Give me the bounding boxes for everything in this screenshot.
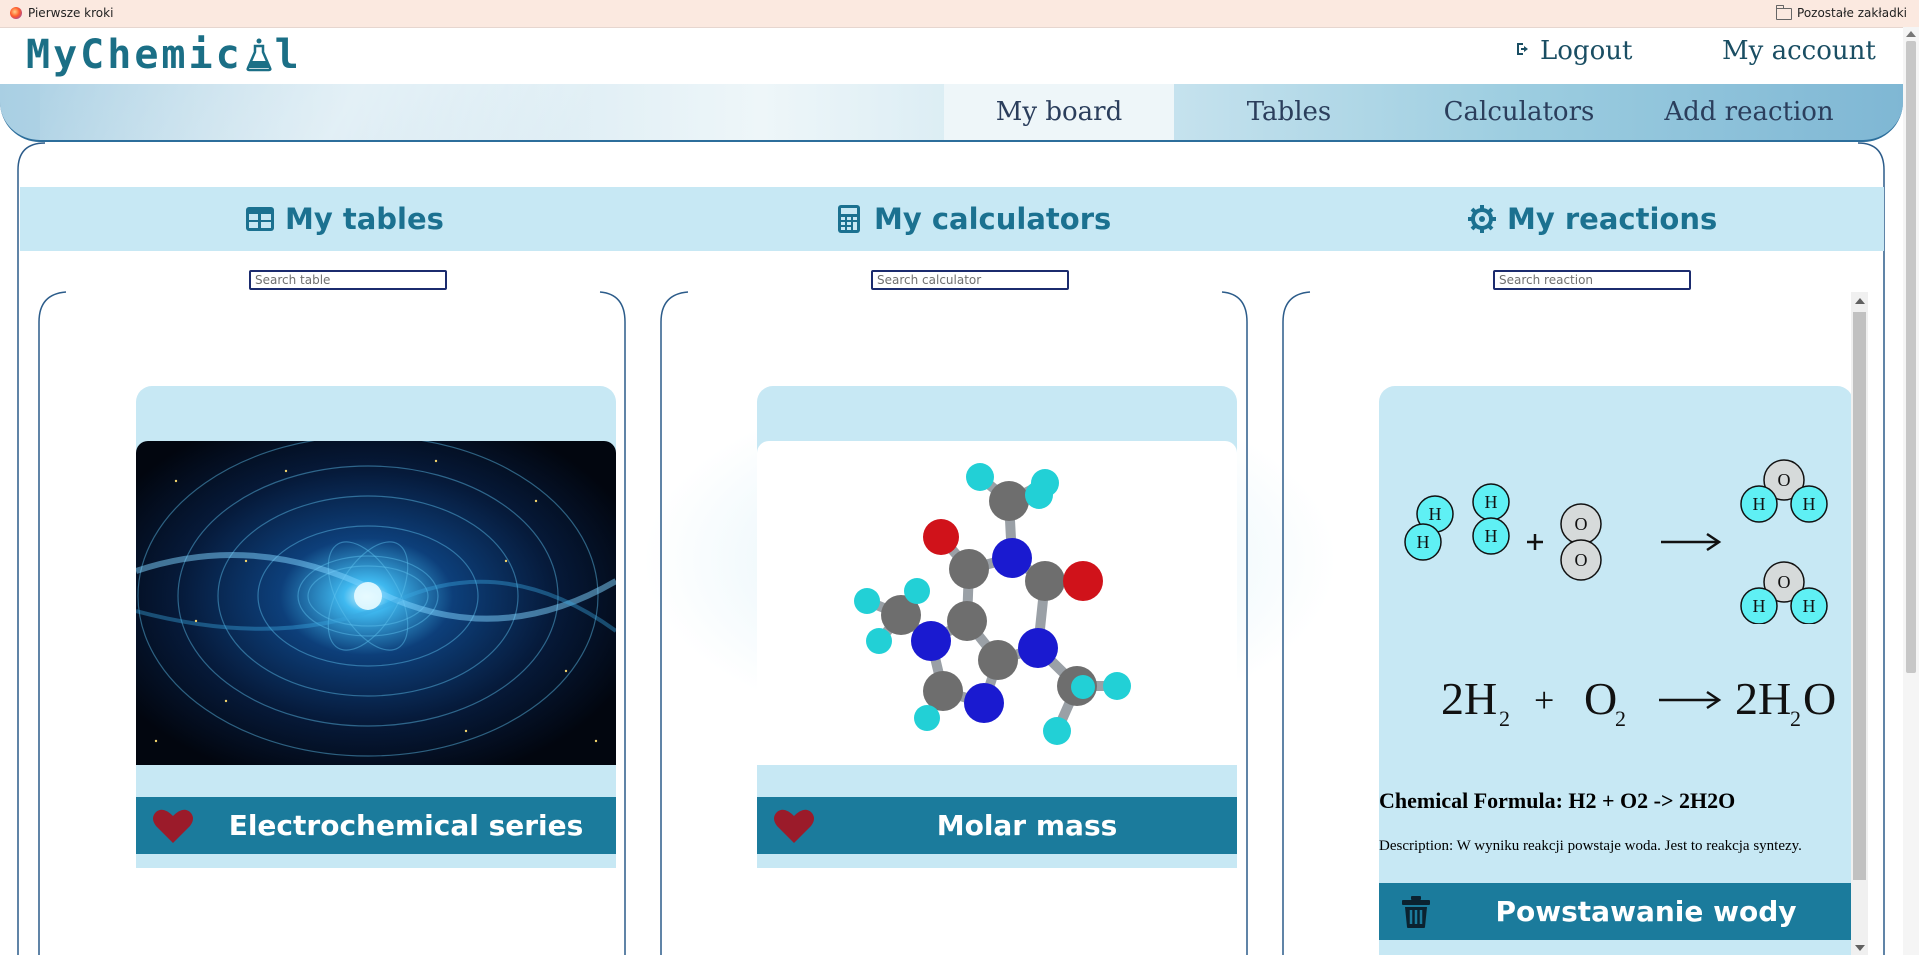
reaction-card-powstawanie-wody[interactable]: H H H H O O O H H O H H 2H 2 + O 2 2H 2 … — [1379, 386, 1853, 955]
folder-icon — [1776, 5, 1793, 20]
molecule-image — [757, 441, 1237, 765]
logout-icon — [1516, 41, 1534, 62]
atom-h-label: H — [1753, 596, 1766, 616]
atom-h-label: H — [1485, 526, 1498, 546]
electrochemical-series-image — [136, 441, 616, 765]
reaction-card-footer: Powstawanie wody — [1379, 883, 1853, 940]
reaction-card-title: Powstawanie wody — [1495, 895, 1797, 928]
card-title: Molar mass — [936, 809, 1118, 842]
equation-term: O — [1803, 674, 1836, 724]
nav-calculators[interactable]: Calculators — [1404, 84, 1634, 140]
calculator-card-molar-mass[interactable]: Molar mass — [757, 386, 1237, 868]
heart-icon[interactable] — [773, 807, 815, 845]
nav-add-reaction[interactable]: Add reaction — [1634, 84, 1864, 140]
card-footer: Molar mass — [757, 797, 1237, 854]
heart-icon[interactable] — [152, 807, 194, 845]
table-icon — [246, 207, 274, 231]
flask-icon — [246, 38, 272, 72]
logout-label: Logout — [1540, 36, 1633, 66]
bookmark-other-label: Pozostałe zakładki — [1797, 6, 1907, 20]
atom-o-label: O — [1778, 572, 1791, 592]
logout-link[interactable]: Logout — [1516, 36, 1632, 66]
search-table-input[interactable] — [249, 270, 447, 290]
equation-subscript: 2 — [1499, 706, 1510, 731]
scrollbar-thumb[interactable] — [1853, 312, 1866, 880]
equation-term: O — [1584, 674, 1617, 724]
card-title: Electrochemical series — [228, 809, 584, 842]
trash-icon[interactable] — [1401, 895, 1431, 929]
page-scrollbar[interactable] — [1903, 27, 1919, 955]
my-calculators-heading: My calculators — [834, 187, 1111, 251]
page-scrollbar-thumb[interactable] — [1906, 41, 1916, 673]
bookmarks-bar: Pierwsze kroki Pozostałe zakładki — [0, 0, 1919, 28]
atom-h-label: H — [1485, 492, 1498, 512]
atom-o-label: O — [1575, 550, 1588, 570]
logo-text-part: MyChemic — [26, 32, 243, 78]
my-account-link[interactable]: My account — [1722, 36, 1876, 66]
my-reactions-heading: My reactions — [1467, 187, 1717, 251]
equation-term: 2H — [1735, 674, 1791, 724]
scroll-up-arrow-icon[interactable] — [1906, 31, 1916, 37]
atom-o-label: O — [1778, 470, 1791, 490]
bookmark-other[interactable]: Pozostałe zakładki — [1776, 5, 1907, 20]
scroll-up-arrow-icon[interactable] — [1855, 298, 1865, 304]
atom-h-label: H — [1429, 504, 1442, 524]
reaction-atoms-diagram: H H H H O O O H H O H H — [1404, 459, 1828, 624]
scroll-down-arrow-icon[interactable] — [1855, 945, 1865, 951]
atom-h-label: H — [1417, 532, 1430, 552]
my-calculators-title: My calculators — [874, 202, 1112, 236]
my-reactions-title: My reactions — [1507, 202, 1718, 236]
atom-h-label: H — [1803, 494, 1816, 514]
card-footer: Electrochemical series — [136, 797, 616, 854]
atom-o-label: O — [1575, 514, 1588, 534]
equation-plus: + — [1534, 680, 1554, 720]
main-nav: My board Tables Calculators Add reaction — [0, 84, 1903, 142]
nav-tables[interactable]: Tables — [1174, 84, 1404, 140]
table-card-electrochemical-series[interactable]: Electrochemical series — [136, 386, 616, 868]
section-header-bar: My tables My calculators My reactions — [20, 187, 1884, 251]
gear-icon — [1468, 205, 1496, 233]
equation-subscript: 2 — [1790, 706, 1801, 731]
nav-my-board[interactable]: My board — [944, 84, 1174, 140]
chemical-formula: Chemical Formula: H2 + O2 -> 2H2O — [1379, 788, 1736, 813]
logo-text-end: l — [274, 32, 302, 78]
calculator-icon — [838, 205, 860, 233]
site-logo[interactable]: MyChemic l — [26, 30, 302, 80]
firefox-icon — [10, 7, 22, 19]
bookmark-label: Pierwsze kroki — [28, 6, 114, 20]
my-tables-heading: My tables — [245, 187, 444, 251]
my-tables-title: My tables — [285, 202, 444, 236]
atom-h-label: H — [1753, 494, 1766, 514]
reaction-description: Description: W wyniku reakcji powstaje w… — [1379, 838, 1802, 854]
equation-term: 2H — [1441, 674, 1497, 724]
search-calculator-input[interactable] — [871, 270, 1069, 290]
reactions-scrollbar[interactable] — [1851, 292, 1868, 955]
search-reaction-input[interactable] — [1493, 270, 1691, 290]
reaction-equation: 2H 2 + O 2 2H 2 O — [1441, 674, 1836, 731]
bookmark-getting-started[interactable]: Pierwsze kroki — [10, 6, 113, 20]
equation-subscript: 2 — [1615, 706, 1626, 731]
atom-h-label: H — [1803, 596, 1816, 616]
